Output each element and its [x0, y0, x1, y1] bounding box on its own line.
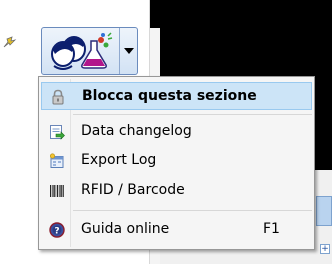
menu-item-label: RFID / Barcode	[81, 182, 185, 198]
background-tab[interactable]	[316, 196, 332, 226]
menu-item-guida-online[interactable]: ? Guida online F1	[41, 216, 312, 244]
export-log-icon	[49, 153, 64, 168]
pin-icon	[3, 36, 17, 48]
menu-item-blocca-sezione[interactable]: Blocca questa sezione	[41, 82, 312, 110]
chevron-down-icon[interactable]	[120, 28, 137, 74]
menu-item-label: Blocca questa sezione	[82, 88, 257, 104]
menu-item-label: Data changelog	[81, 123, 192, 139]
expand-plus-icon[interactable]: +	[320, 244, 330, 254]
menu-item-data-changelog[interactable]: Data changelog	[41, 118, 312, 146]
split-button-main[interactable]	[42, 28, 120, 74]
data-changelog-icon	[50, 125, 65, 140]
barcode-icon	[50, 185, 64, 197]
context-menu: Blocca questa sezione Data changelog Exp…	[38, 76, 315, 250]
menu-item-export-log[interactable]: Export Log	[41, 147, 312, 175]
menu-item-rfid-barcode[interactable]: RFID / Barcode	[41, 177, 312, 205]
help-icon: ?	[49, 222, 65, 238]
users-lab-icon	[51, 32, 113, 70]
lock-icon	[52, 89, 64, 105]
svg-text:?: ?	[54, 227, 59, 237]
menu-item-label: Guida online	[81, 221, 170, 237]
menu-item-label: Export Log	[81, 152, 157, 168]
menu-separator	[73, 114, 312, 115]
toolbar-split-button[interactable]	[41, 27, 138, 75]
menu-item-shortcut: F1	[263, 221, 280, 237]
menu-separator	[73, 210, 312, 211]
